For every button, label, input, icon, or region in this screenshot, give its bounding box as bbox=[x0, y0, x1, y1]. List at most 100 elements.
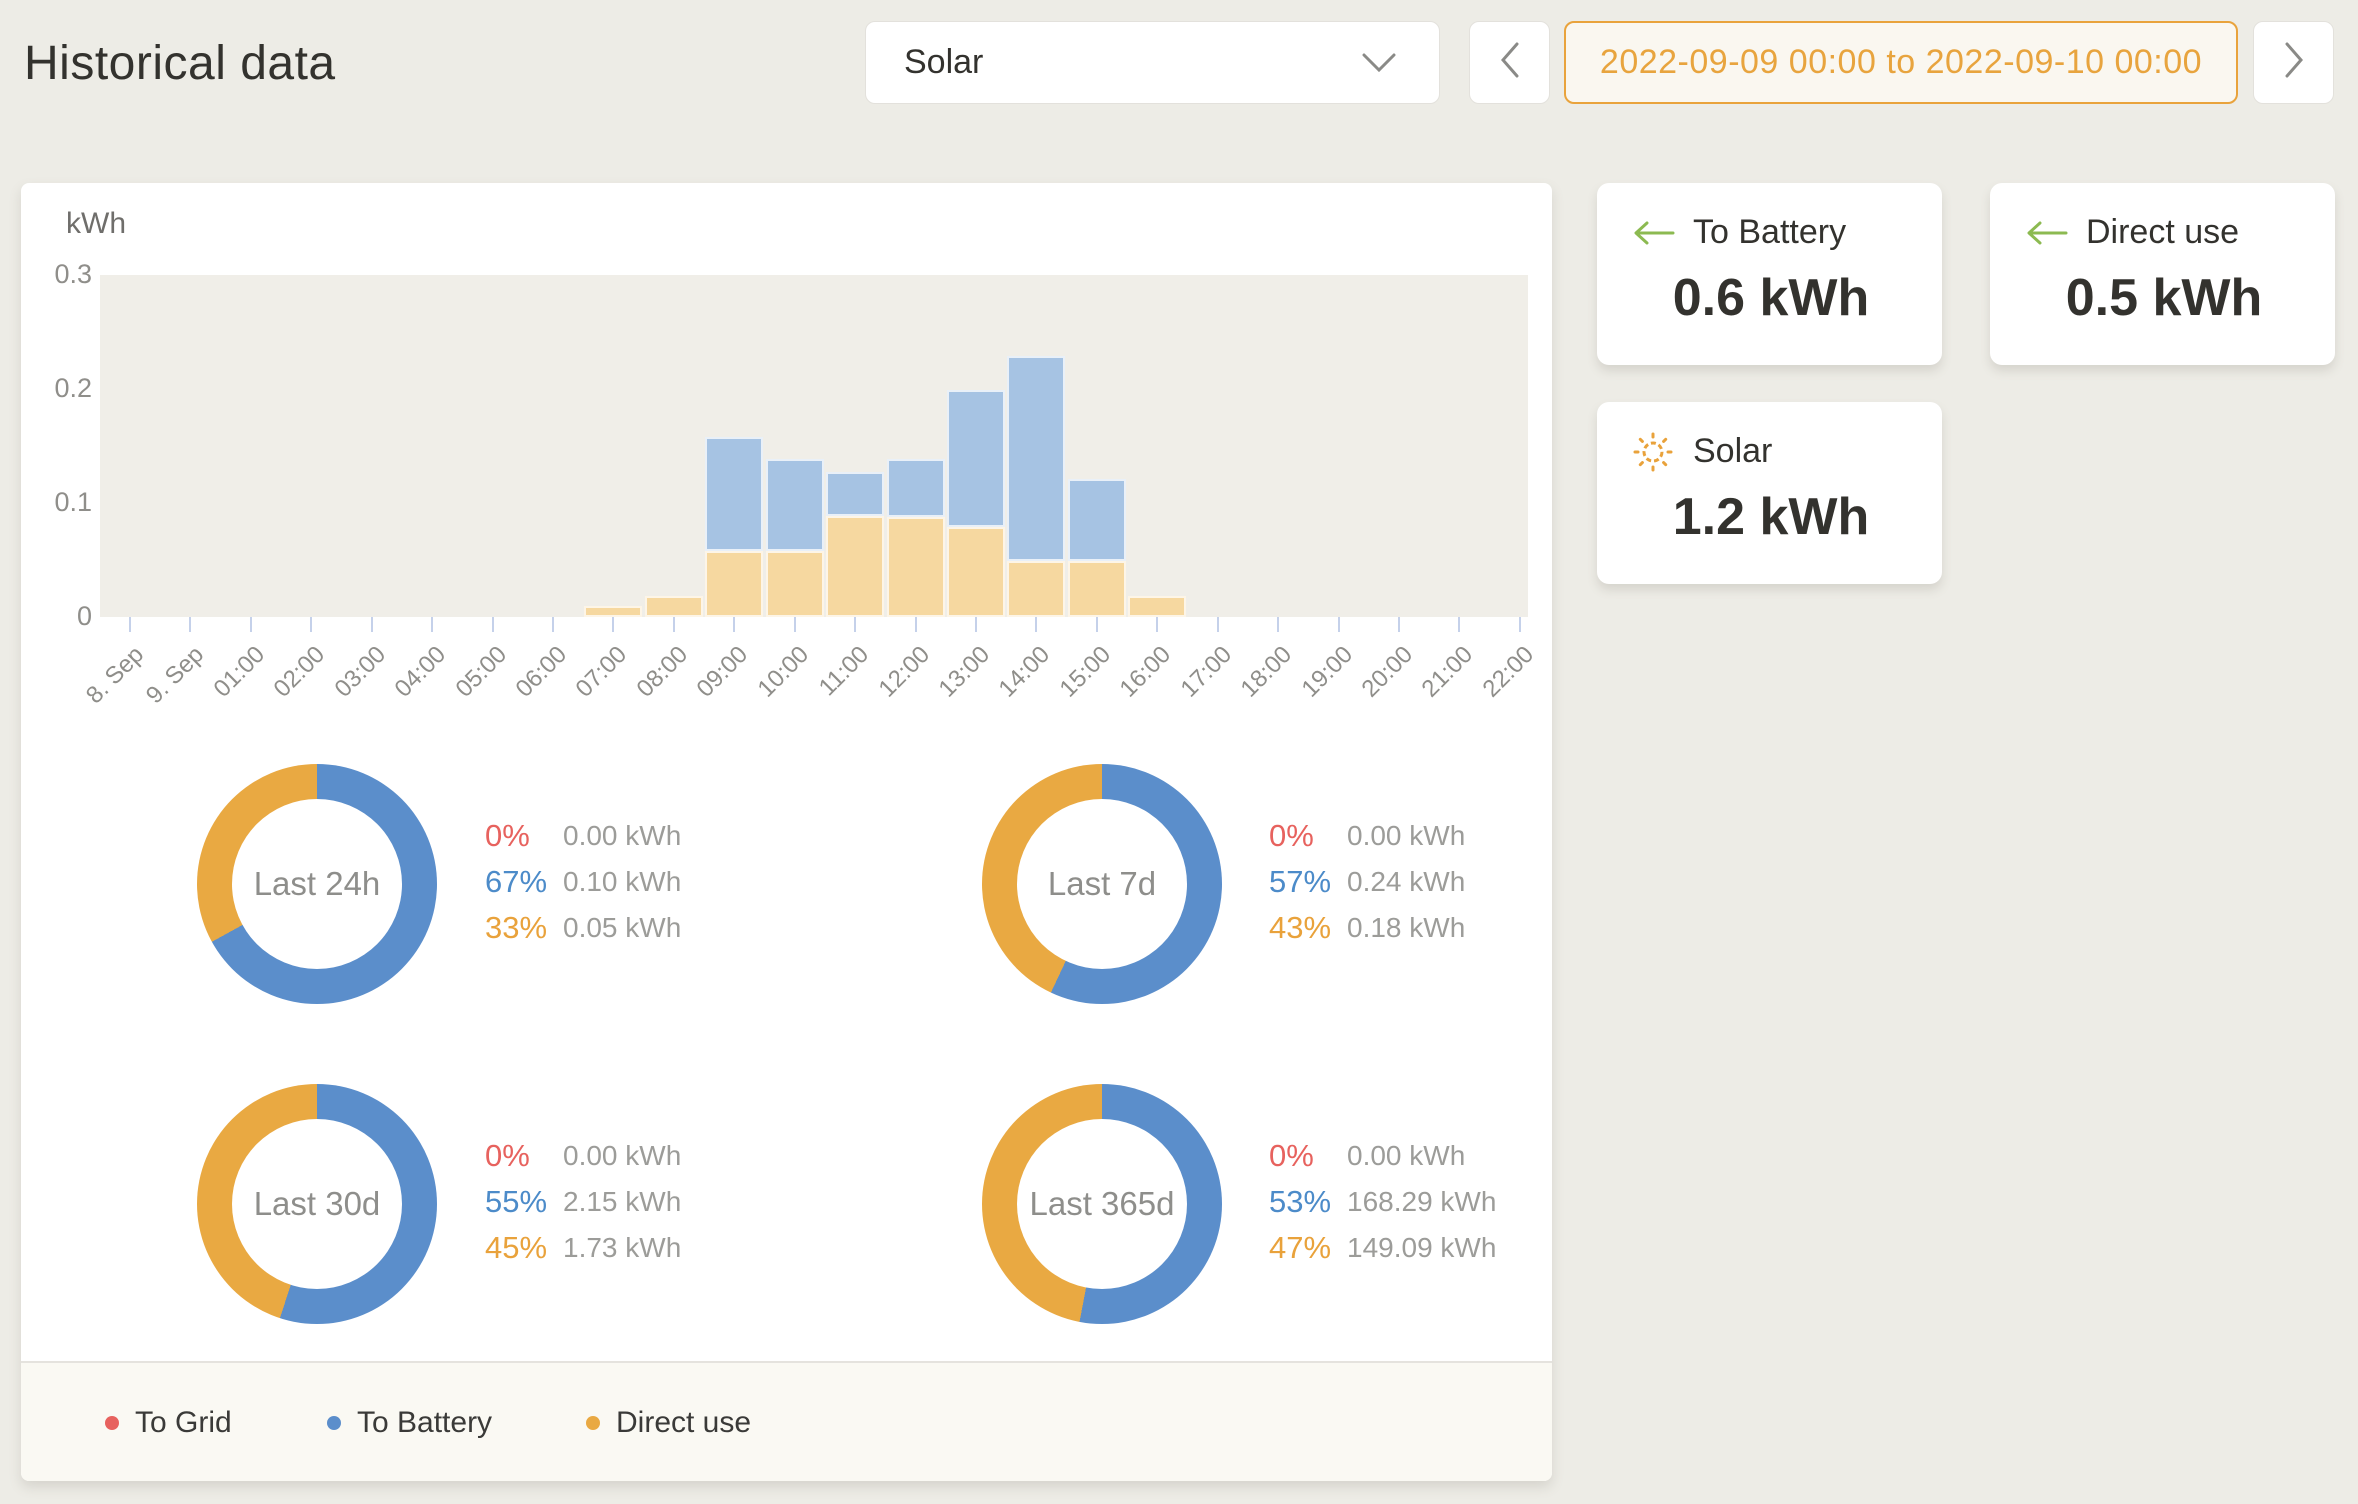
bar-segment-to-battery bbox=[1007, 356, 1065, 561]
bar-segment-direct-use bbox=[1068, 561, 1126, 617]
x-axis-tick bbox=[733, 617, 735, 632]
x-axis-tick bbox=[612, 617, 614, 632]
x-axis-tick bbox=[794, 617, 796, 632]
chart-legend-footer: To Grid To Battery Direct use bbox=[21, 1361, 1552, 1481]
legend-dot bbox=[327, 1416, 341, 1430]
y-axis-label: 0.3 bbox=[21, 259, 92, 290]
chevron-right-icon bbox=[2284, 42, 2304, 83]
stat-row: 45%1.73 kWh bbox=[485, 1225, 681, 1271]
stat-row: 0%0.00 kWh bbox=[485, 813, 681, 859]
legend-item-direct-use: Direct use bbox=[586, 1363, 751, 1483]
donut-hole: Last 30d bbox=[232, 1119, 402, 1289]
x-axis-tick bbox=[492, 617, 494, 632]
donut-chart-last-24h: Last 24h bbox=[197, 764, 437, 1004]
stat-row: 53%168.29 kWh bbox=[1269, 1179, 1496, 1225]
bar-segment-to-battery bbox=[1068, 479, 1126, 561]
x-axis-tick bbox=[1217, 617, 1219, 632]
x-axis-tick bbox=[310, 617, 312, 632]
donut-label: Last 365d bbox=[1030, 1185, 1175, 1223]
date-range-text: 2022-09-09 00:00 to 2022-09-10 00:00 bbox=[1600, 43, 2202, 82]
legend-item-to-grid: To Grid bbox=[105, 1363, 232, 1483]
stat-percent: 0% bbox=[1269, 818, 1347, 854]
page-title: Historical data bbox=[24, 36, 336, 91]
stat-row: 55%2.15 kWh bbox=[485, 1179, 681, 1225]
card-value: 0.5 kWh bbox=[2024, 268, 2304, 328]
x-axis-tick bbox=[915, 617, 917, 632]
metric-select-value: Solar bbox=[904, 43, 983, 82]
stat-percent: 47% bbox=[1269, 1230, 1347, 1266]
donut-label: Last 24h bbox=[254, 865, 381, 903]
metric-select[interactable]: Solar bbox=[865, 21, 1440, 104]
stat-percent: 33% bbox=[485, 910, 563, 946]
stat-value: 0.00 kWh bbox=[1347, 1140, 1465, 1172]
summary-card-direct-use: Direct use 0.5 kWh bbox=[1990, 183, 2335, 365]
x-axis-tick bbox=[673, 617, 675, 632]
bar-segment-direct-use bbox=[645, 596, 703, 617]
legend-dot bbox=[105, 1416, 119, 1430]
summary-card-solar: Solar 1.2 kWh bbox=[1597, 402, 1942, 584]
arrow-left-icon bbox=[2024, 215, 2068, 251]
legend-item-to-battery: To Battery bbox=[327, 1363, 492, 1483]
stat-row: 0%0.00 kWh bbox=[1269, 813, 1465, 859]
date-range-button[interactable]: 2022-09-09 00:00 to 2022-09-10 00:00 bbox=[1564, 21, 2238, 104]
x-axis-tick bbox=[1277, 617, 1279, 632]
bar-segment-to-battery bbox=[705, 437, 763, 551]
next-range-button[interactable] bbox=[2253, 21, 2334, 104]
stat-row: 0%0.00 kWh bbox=[485, 1133, 681, 1179]
donut-chart-last-30d: Last 30d bbox=[197, 1084, 437, 1324]
x-axis-tick bbox=[371, 617, 373, 632]
bar-segment-direct-use bbox=[947, 527, 1005, 617]
x-axis-tick bbox=[189, 617, 191, 632]
chart-plot: 8. Sep9. Sep01:0002:0003:0004:0005:0006:… bbox=[100, 275, 1528, 617]
stat-percent: 53% bbox=[1269, 1184, 1347, 1220]
donut-stats: 0%0.00 kWh57%0.24 kWh43%0.18 kWh bbox=[1269, 813, 1465, 951]
x-axis-tick bbox=[129, 617, 131, 632]
chevron-down-icon bbox=[1357, 45, 1401, 81]
summary-card-to-battery: To Battery 0.6 kWh bbox=[1597, 183, 1942, 365]
bar-segment-direct-use bbox=[766, 551, 824, 617]
x-axis-tick bbox=[1156, 617, 1158, 632]
stat-value: 2.15 kWh bbox=[563, 1186, 681, 1218]
bar-segment-to-battery bbox=[766, 459, 824, 551]
arrow-left-icon bbox=[1631, 215, 1675, 251]
stat-row: 57%0.24 kWh bbox=[1269, 859, 1465, 905]
donut-label: Last 7d bbox=[1048, 865, 1156, 903]
stat-percent: 0% bbox=[485, 1138, 563, 1174]
stat-value: 0.05 kWh bbox=[563, 912, 681, 944]
stat-value: 0.18 kWh bbox=[1347, 912, 1465, 944]
donut-chart-last-365d: Last 365d bbox=[982, 1084, 1222, 1324]
historical-data-page: Historical data Solar 2022-09-09 00:00 t… bbox=[0, 0, 2358, 1504]
x-axis-tick bbox=[854, 617, 856, 632]
chart-card: kWh 0.30.20.10 8. Sep9. Sep01:0002:0003:… bbox=[21, 183, 1552, 1481]
donut-stats: 0%0.00 kWh53%168.29 kWh 47%149.09 kWh bbox=[1269, 1133, 1496, 1271]
stat-value: 149.09 kWh bbox=[1347, 1232, 1496, 1264]
x-axis-tick bbox=[975, 617, 977, 632]
bar-segment-direct-use bbox=[1007, 561, 1065, 617]
stat-value: 0.00 kWh bbox=[563, 1140, 681, 1172]
legend-dot bbox=[586, 1416, 600, 1430]
bar-segment-direct-use bbox=[1128, 596, 1186, 617]
x-axis-tick bbox=[250, 617, 252, 632]
y-axis-label: 0.2 bbox=[21, 373, 92, 404]
donut-hole: Last 365d bbox=[1017, 1119, 1187, 1289]
prev-range-button[interactable] bbox=[1469, 21, 1550, 104]
stat-percent: 55% bbox=[485, 1184, 563, 1220]
y-axis-label: 0.1 bbox=[21, 487, 92, 518]
donut-stats: 0%0.00 kWh55%2.15 kWh45%1.73 kWh bbox=[485, 1133, 681, 1271]
donut-chart-last-7d: Last 7d bbox=[982, 764, 1222, 1004]
stat-percent: 57% bbox=[1269, 864, 1347, 900]
stat-row: 0%0.00 kWh bbox=[1269, 1133, 1496, 1179]
x-axis-tick bbox=[1519, 617, 1521, 632]
chevron-left-icon bbox=[1500, 42, 1520, 83]
donut-label: Last 30d bbox=[254, 1185, 381, 1223]
stat-value: 0.00 kWh bbox=[1347, 820, 1465, 852]
x-axis-tick bbox=[1096, 617, 1098, 632]
donut-hole: Last 7d bbox=[1017, 799, 1187, 969]
bar-segment-to-battery bbox=[887, 459, 945, 517]
bar-segment-direct-use bbox=[584, 606, 642, 617]
stat-value: 0.00 kWh bbox=[563, 820, 681, 852]
bar-segment-to-battery bbox=[826, 472, 884, 516]
x-axis-tick bbox=[1338, 617, 1340, 632]
card-label: To Battery bbox=[1693, 213, 1846, 252]
x-axis-tick bbox=[552, 617, 554, 632]
